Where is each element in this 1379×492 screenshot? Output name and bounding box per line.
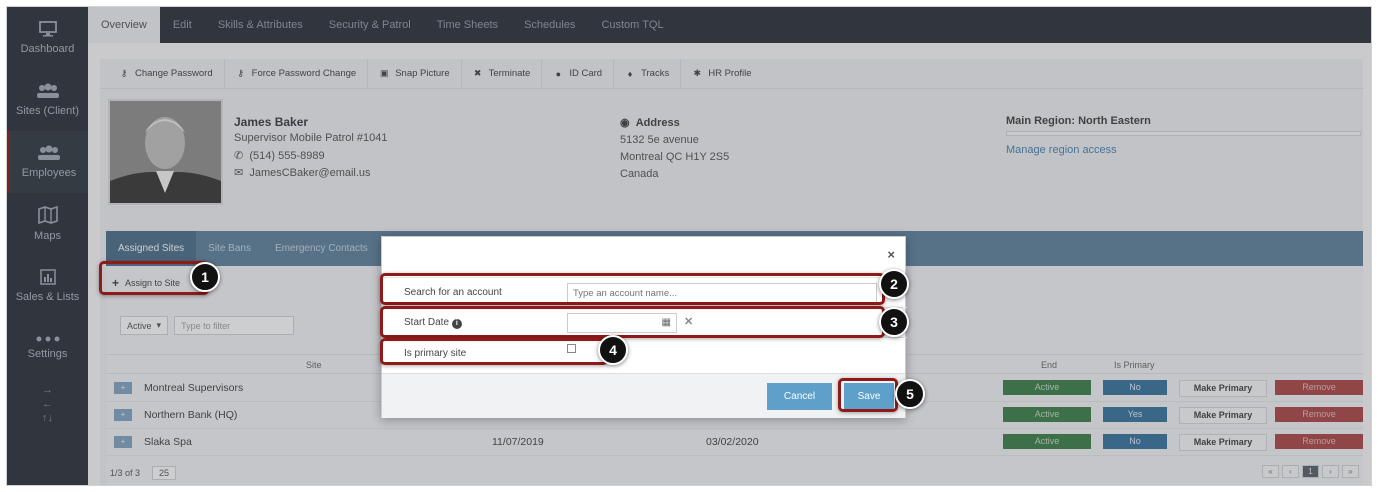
callout-highlight-primary	[380, 338, 608, 365]
callout-highlight-search	[380, 273, 885, 305]
callout-badge: 2	[879, 269, 909, 299]
cancel-button[interactable]: Cancel	[767, 383, 832, 410]
callout-badge: 1	[190, 262, 220, 292]
dialog-footer: Cancel Save	[382, 373, 905, 418]
callout-badge: 4	[598, 335, 628, 365]
callout-highlight-save	[838, 378, 898, 412]
callout-highlight-start-date	[380, 306, 885, 338]
callout-badge: 3	[879, 307, 909, 337]
callout-badge: 5	[895, 379, 925, 409]
close-icon[interactable]: ×	[887, 247, 895, 262]
